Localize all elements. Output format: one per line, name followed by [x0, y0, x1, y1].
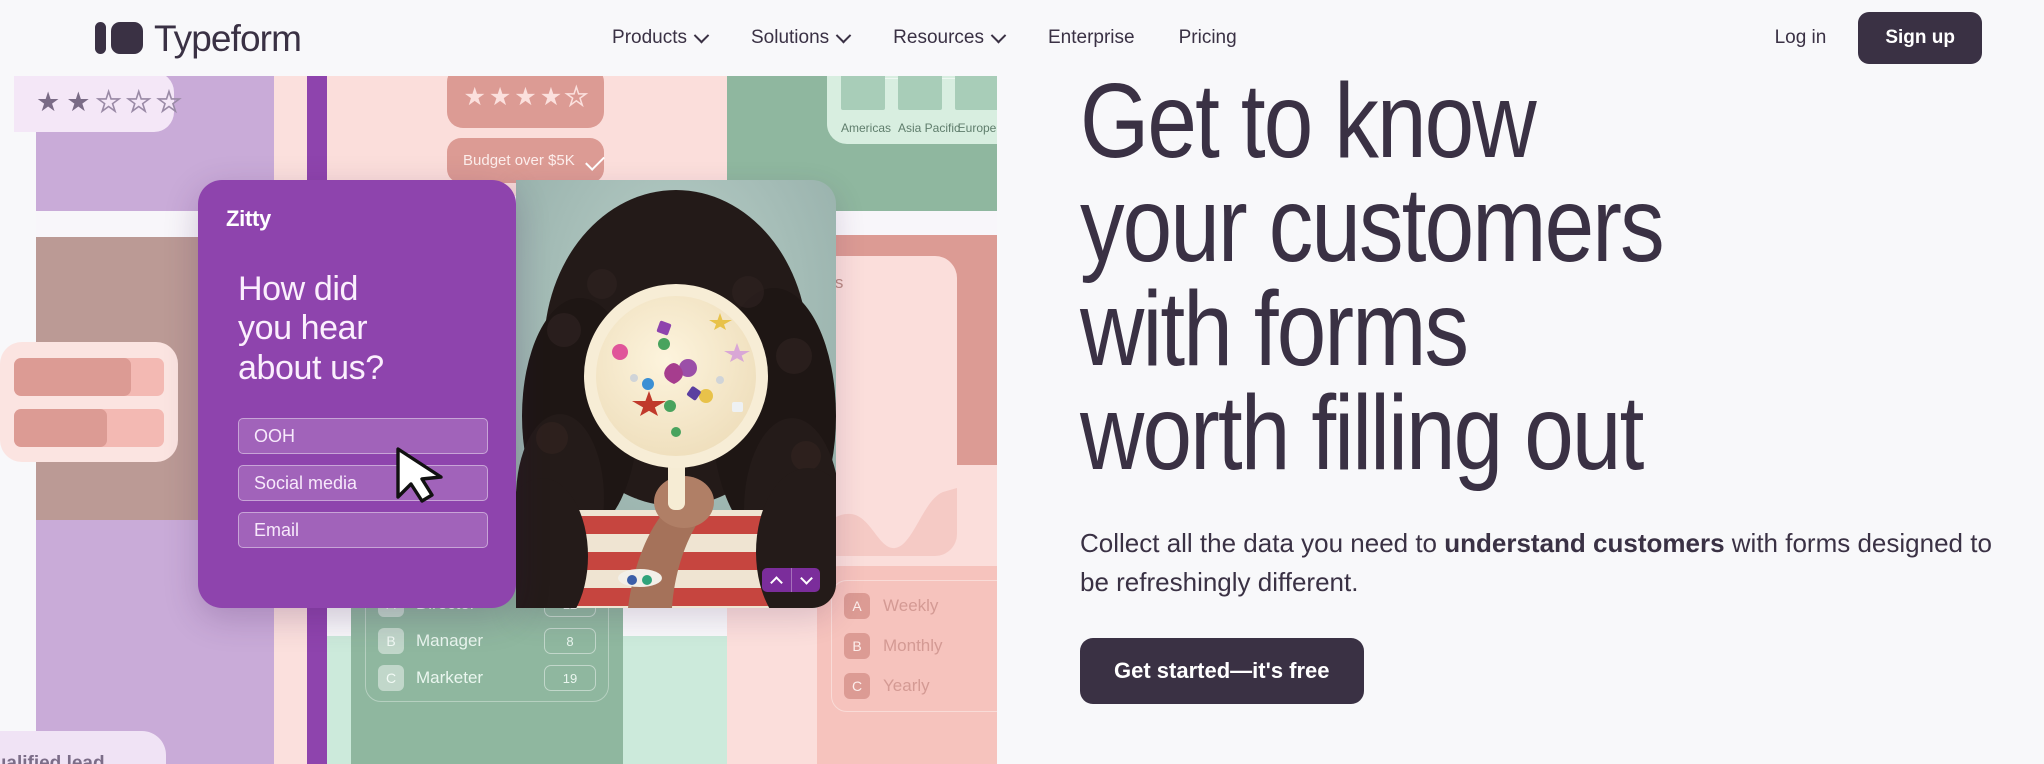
nav-item-enterprise[interactable]: Enterprise: [1026, 18, 1157, 58]
frequency-key: C: [844, 673, 870, 699]
hero-subheading: Collect all the data you need to underst…: [1080, 524, 2010, 602]
frequency-row[interactable]: C Yearly: [844, 673, 997, 699]
video-next-button[interactable]: [791, 568, 820, 592]
nav-label: Pricing: [1178, 27, 1237, 48]
zitty-form-card: Zitty How did you hear about us? OOH Socia…: [198, 180, 516, 608]
frequency-key: B: [844, 633, 870, 659]
region-label: Asia Pacific: [898, 121, 961, 135]
frequency-label: Yearly: [883, 676, 930, 695]
budget-option-card[interactable]: Budget over $5K: [447, 138, 605, 183]
role-count: 8: [544, 628, 596, 654]
role-key: C: [378, 665, 404, 691]
headline-line-3: with forms: [1080, 269, 1469, 388]
nav-label: Solutions: [751, 27, 830, 48]
nav-item-resources[interactable]: Resources: [871, 18, 1026, 58]
nav-label: Enterprise: [1048, 27, 1135, 48]
main-navigation: Products Solutions Resources Enterprise …: [590, 18, 1259, 58]
star-icon: ★: [156, 86, 182, 117]
video-prev-button[interactable]: [762, 568, 791, 592]
progress-bar-track: [14, 357, 164, 396]
video-photo-card[interactable]: [516, 180, 836, 608]
video-nav-controls: [762, 568, 820, 592]
typeform-logo-icon: [95, 22, 143, 54]
region-bar: [841, 76, 885, 110]
progress-bar-track: [14, 408, 164, 447]
star-icon: ★: [126, 86, 152, 117]
nav-item-solutions[interactable]: Solutions: [729, 18, 871, 58]
star-icon: ★: [539, 82, 563, 111]
regions-bar-chart-card: Americas Asia Pacific Europe: [827, 76, 997, 144]
form-option-ooh[interactable]: OOH: [238, 418, 488, 455]
form-option-social-media[interactable]: Social media: [238, 465, 488, 502]
check-icon: [584, 150, 605, 171]
signup-button[interactable]: Sign up: [1858, 12, 1982, 64]
region-bar: [898, 76, 942, 110]
headline-line-2: your customers: [1080, 165, 1665, 284]
auth-actions: Log in Sign up: [1753, 12, 1982, 64]
role-label: Marketer: [416, 668, 484, 687]
nav-item-products[interactable]: Products: [590, 18, 729, 58]
star-icon: ★: [488, 82, 512, 111]
star-icon: ★: [66, 86, 91, 117]
regions-plot-area: [841, 76, 997, 110]
nav-label: Resources: [893, 27, 984, 48]
role-row: C Marketer 19: [378, 665, 596, 691]
star-icon: ★: [96, 86, 122, 117]
frequency-options-card: A Weekly B Monthly C Yearly: [817, 566, 997, 764]
star-icon: ★: [514, 82, 537, 111]
headline-line-4: worth filling out: [1080, 373, 1644, 492]
hero-visual-collage: ★ ★ ★ ★ ★ ★ ★ ★ ★ ★ Budget over $5K A Di…: [0, 76, 997, 764]
nav-label: Products: [612, 27, 687, 48]
frequency-row[interactable]: B Monthly: [844, 633, 997, 659]
headline-line-1: Get to know: [1080, 62, 1537, 180]
get-started-button[interactable]: Get started—it's free: [1080, 637, 1364, 704]
site-header: Typeform Products Solutions Resources En…: [0, 0, 2044, 76]
progress-bars-card: [0, 342, 178, 462]
region-bar: [955, 76, 997, 110]
frequency-label: Monthly: [883, 636, 943, 655]
region-label: Europe: [957, 121, 997, 135]
frequency-key: A: [844, 593, 870, 619]
page-title: Get to know your customers with forms wo…: [1080, 62, 1890, 492]
role-key: B: [378, 628, 404, 654]
star-rating-card: ★ ★ ★ ★ ★: [14, 76, 182, 132]
nav-item-pricing[interactable]: Pricing: [1157, 18, 1259, 58]
star-icon: ★: [564, 82, 588, 111]
qualified-lead-card: Qualified lead Zoey Smith zoey@company.c…: [0, 731, 166, 764]
brand-name: Typeform: [154, 17, 302, 59]
star-icon: ★: [36, 86, 61, 117]
role-count: 19: [544, 665, 596, 691]
woman-with-mirror-photo: [516, 180, 836, 608]
subhead-prefix: Collect all the data you need to: [1080, 527, 1445, 558]
lead-card-title: Qualified lead: [0, 753, 105, 764]
login-link[interactable]: Log in: [1753, 17, 1849, 59]
chevron-down-icon: [693, 27, 710, 43]
hero-copy: Get to know your customers with forms wo…: [1080, 68, 2044, 764]
regions-axis-labels: Americas Asia Pacific Europe: [841, 121, 997, 135]
form-option-email[interactable]: Email: [238, 512, 488, 549]
frequency-row[interactable]: A Weekly: [844, 593, 997, 619]
star-icon: ★: [463, 82, 486, 111]
form-brand-name: Zitty: [226, 206, 271, 231]
typeform-logo[interactable]: Typeform: [95, 17, 302, 59]
chevron-down-icon: [835, 27, 852, 43]
role-label: Manager: [416, 631, 484, 650]
region-label: Americas: [841, 121, 892, 135]
role-row: B Manager 8: [378, 628, 596, 654]
chevron-down-icon: [990, 27, 1007, 43]
frequency-label: Weekly: [883, 596, 939, 615]
subhead-emphasis: understand customers: [1444, 527, 1725, 558]
budget-label: Budget over $5K: [463, 152, 575, 169]
pink-star-rating-card: ★ ★ ★ ★ ★: [447, 76, 604, 128]
form-question: How did you hear about us?: [238, 270, 384, 387]
